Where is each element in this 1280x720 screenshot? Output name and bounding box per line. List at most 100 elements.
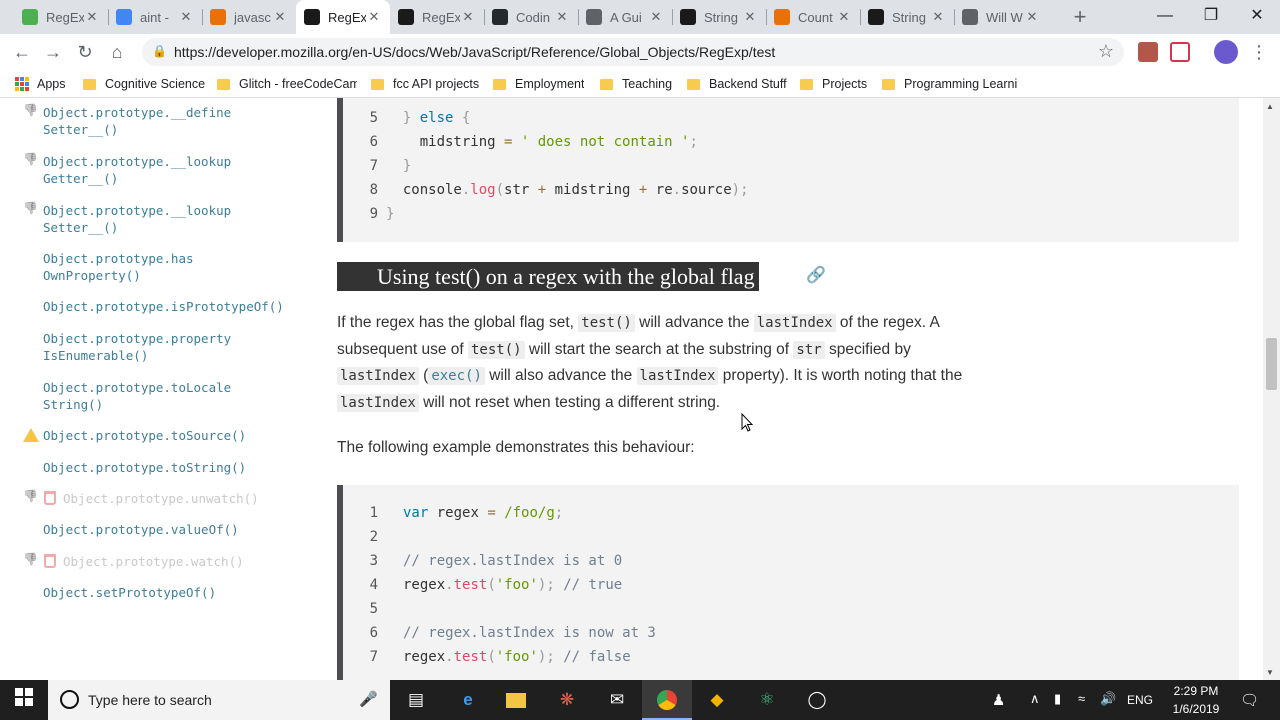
bookmark-folder[interactable]: fcc API projects	[371, 75, 479, 93]
task-view-icon[interactable]: ▤	[404, 688, 428, 712]
sidebar-link[interactable]: Object.prototype.watch()	[63, 553, 244, 570]
reload-icon[interactable]: ↻	[72, 39, 98, 65]
volume-icon[interactable]: 🔊	[1100, 691, 1116, 707]
inline-code: test()	[468, 340, 525, 359]
close-tab-icon[interactable]: ✕	[178, 9, 194, 25]
line-number: 9	[369, 206, 378, 222]
bookmark-folder[interactable]: Glitch - freeCodeCam	[217, 75, 357, 93]
sidebar-link-text: OwnProperty()	[43, 268, 141, 283]
taskbar-search-input[interactable]: Type here to search 🎤	[48, 680, 390, 720]
chrome-icon[interactable]	[655, 688, 679, 712]
exec-link[interactable]: exec()	[428, 367, 485, 385]
profile-avatar[interactable]	[1214, 40, 1238, 64]
browser-tab[interactable]: RegEx ✕	[296, 0, 390, 34]
lock-icon: 🔒	[152, 44, 167, 58]
close-tab-icon[interactable]: ✕	[460, 9, 476, 25]
close-tab-icon[interactable]: ✕	[272, 9, 288, 25]
text: will also advance the	[484, 367, 637, 384]
tab-title: Count	[798, 9, 833, 25]
browser-tab[interactable]: RegEx ✕	[14, 0, 108, 34]
edge-browser-icon[interactable]: e	[456, 688, 480, 712]
close-tab-icon[interactable]: ✕	[836, 9, 852, 25]
sidebar-link[interactable]: Object.prototype.property IsEnumerable()	[43, 330, 231, 364]
code-line: // regex.lastIndex is at 0	[403, 553, 623, 569]
app-diamond-icon[interactable]: ◆	[705, 688, 729, 712]
sidebar-link[interactable]: Object.prototype.__lookup Setter__()	[43, 202, 231, 236]
tab-favicon-icon	[680, 9, 696, 25]
app-spider-icon[interactable]: ❋	[555, 688, 579, 712]
network-icon[interactable]: ≈	[1078, 691, 1085, 706]
microphone-icon[interactable]: 🎤	[359, 690, 378, 708]
pdf-extension-icon[interactable]	[1138, 42, 1158, 62]
bookmark-apps[interactable]: Apps	[15, 75, 66, 93]
pocket-extension-icon[interactable]	[1170, 42, 1190, 62]
browser-tab[interactable]: aint - ✕	[108, 0, 202, 34]
notifications-icon[interactable]: 🗨	[1240, 691, 1259, 709]
browser-tab[interactable]: RegEx ✕	[390, 0, 484, 34]
mail-icon[interactable]: ✉	[605, 688, 629, 712]
permalink-icon[interactable]: 🔗	[806, 265, 826, 285]
close-tab-icon[interactable]: ✕	[84, 9, 100, 25]
sidebar-link[interactable]: Object.prototype.__lookup Getter__()	[43, 153, 231, 187]
browser-tab[interactable]: String ✕	[860, 0, 954, 34]
bookmark-folder[interactable]: Programming Learnin	[882, 75, 1018, 93]
bookmark-folder[interactable]: Teaching	[600, 75, 672, 93]
sidebar-link[interactable]: Object.prototype.toLocale String()	[43, 379, 231, 413]
clock-time[interactable]: 2:29 PM	[1168, 684, 1224, 698]
thumbs-down-icon: 👎	[23, 552, 38, 566]
scroll-up-arrow-icon[interactable]: ▲	[1266, 102, 1274, 111]
bookmark-star-icon[interactable]: ☆	[1098, 41, 1114, 62]
close-tab-icon[interactable]: ✕	[366, 9, 382, 25]
battery-icon[interactable]: ▮	[1054, 691, 1061, 707]
tab-favicon-icon	[492, 9, 508, 25]
menu-icon[interactable]: ⋮	[1246, 39, 1272, 65]
sidebar-link[interactable]: Object.prototype.__define Setter__()	[43, 104, 231, 138]
windows-start-icon[interactable]	[12, 688, 36, 712]
sidebar-link[interactable]: Object.prototype.valueOf()	[43, 521, 239, 538]
people-icon[interactable]: ♟	[992, 691, 1005, 709]
sidebar-link-text: String()	[43, 397, 104, 412]
forward-icon[interactable]: →	[40, 39, 66, 65]
scrollbar-thumb[interactable]	[1266, 338, 1277, 390]
bookmark-label: Cognitive Science	[105, 77, 206, 91]
close-window-button[interactable]: ✕	[1234, 0, 1280, 34]
bookmark-folder[interactable]: Projects	[800, 75, 867, 93]
language-indicator[interactable]: ENG	[1127, 693, 1153, 707]
clock-date[interactable]: 1/6/2019	[1164, 702, 1228, 716]
close-tab-icon[interactable]: ✕	[554, 9, 570, 25]
close-tab-icon[interactable]: ✕	[1024, 9, 1040, 25]
new-tab-button[interactable]: +	[1068, 5, 1092, 29]
close-tab-icon[interactable]: ✕	[930, 9, 946, 25]
sidebar-link[interactable]: Object.prototype.toSource()	[43, 427, 246, 444]
browser-tab[interactable]: A Gui ✕	[578, 0, 672, 34]
bookmark-folder[interactable]: Cognitive Science	[83, 75, 205, 93]
sidebar-link[interactable]: Object.prototype.has OwnProperty()	[43, 250, 194, 284]
close-tab-icon[interactable]: ✕	[742, 9, 758, 25]
restore-button[interactable]: ❐	[1188, 0, 1234, 34]
sidebar-link-text: Object.prototype.isPrototypeOf()	[43, 299, 284, 314]
address-bar[interactable]: 🔒 https://developer.mozilla.org/en-US/do…	[142, 38, 1124, 66]
browser-tab[interactable]: Count ✕	[766, 0, 860, 34]
sidebar-link[interactable]: Object.prototype.toString()	[43, 459, 246, 476]
sidebar-link[interactable]: Object.setPrototypeOf()	[43, 584, 216, 601]
close-tab-icon[interactable]: ✕	[648, 9, 664, 25]
browser-tab[interactable]: Codin ✕	[484, 0, 578, 34]
scroll-down-arrow-icon[interactable]: ▼	[1266, 668, 1274, 677]
browser-tab[interactable]: javasc ✕	[202, 0, 296, 34]
sidebar-link[interactable]: Object.prototype.isPrototypeOf()	[43, 298, 284, 315]
folder-icon	[493, 78, 506, 90]
file-explorer-icon[interactable]	[504, 688, 528, 712]
sidebar-link[interactable]: Object.prototype.unwatch()	[63, 490, 259, 507]
browser-toolbar: ← → ↻ ⌂ 🔒 https://developer.mozilla.org/…	[0, 34, 1280, 70]
app-atom-icon[interactable]: ⚛	[755, 688, 779, 712]
bookmark-folder[interactable]: Employment	[493, 75, 584, 93]
browser-tab[interactable]: String ✕	[672, 0, 766, 34]
browser-tab[interactable]: Will W ✕	[954, 0, 1048, 34]
obs-studio-icon[interactable]: ◯	[805, 688, 829, 712]
code-line: console.log(str + midstring + re.source)…	[386, 182, 749, 198]
show-hidden-icons-icon[interactable]: ∧	[1030, 691, 1040, 707]
minimize-button[interactable]: —	[1142, 0, 1188, 34]
back-icon[interactable]: ←	[9, 39, 35, 65]
home-icon[interactable]: ⌂	[104, 39, 130, 65]
bookmark-folder[interactable]: Backend Stuff	[687, 75, 787, 93]
